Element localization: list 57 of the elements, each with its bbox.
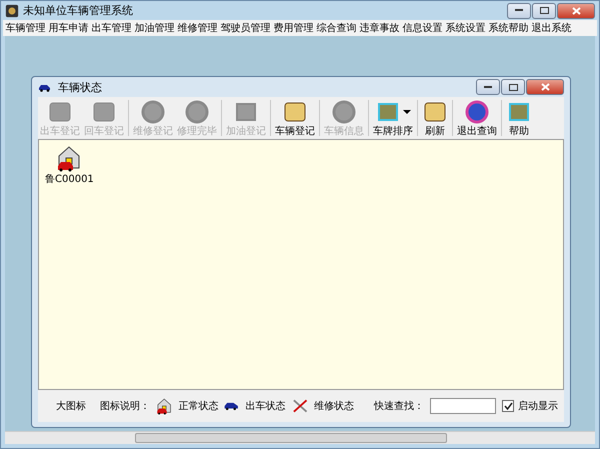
toolbar-icon bbox=[140, 100, 166, 124]
menu-item[interactable]: 信息设置 bbox=[401, 21, 444, 35]
toolbar-icon bbox=[47, 100, 73, 124]
menu-item[interactable]: 系统设置 bbox=[444, 21, 487, 35]
legend-text: 正常状态 bbox=[178, 400, 218, 413]
legend-label: 图标说明： bbox=[100, 400, 150, 413]
app-icon bbox=[5, 4, 19, 18]
restore-button[interactable] bbox=[501, 79, 525, 95]
toolbar-button[interactable]: 刷新 bbox=[420, 98, 450, 138]
menu-item[interactable]: 驾驶员管理 bbox=[219, 21, 272, 35]
house-with-car-icon bbox=[56, 144, 82, 172]
restore-button[interactable] bbox=[532, 2, 556, 18]
car-icon bbox=[38, 82, 52, 92]
child-window-title: 车辆状态 bbox=[58, 80, 102, 94]
minimize-icon bbox=[484, 86, 492, 88]
menu-item[interactable]: 违章事故 bbox=[358, 21, 401, 35]
restore-icon bbox=[508, 84, 518, 90]
minimize-button[interactable] bbox=[507, 2, 531, 18]
menu-item[interactable]: 系统帮助 bbox=[487, 21, 530, 35]
toolbar-icon bbox=[422, 100, 448, 124]
restore-icon bbox=[540, 7, 548, 14]
minimize-icon bbox=[515, 9, 523, 12]
menu-item[interactable]: 出车管理 bbox=[90, 21, 133, 35]
close-button[interactable] bbox=[557, 2, 595, 18]
toolbar-button[interactable]: 车牌排序 bbox=[371, 98, 415, 138]
toolbar-icon bbox=[464, 100, 490, 124]
close-icon bbox=[572, 6, 580, 14]
legend-text: 维修状态 bbox=[314, 400, 354, 413]
menu-item[interactable]: 用车申请 bbox=[47, 21, 90, 35]
menu-item[interactable]: 加油管理 bbox=[133, 21, 176, 35]
startup-checkbox[interactable]: 启动显示 bbox=[502, 399, 558, 413]
menu-item[interactable]: 费用管理 bbox=[272, 21, 315, 35]
toolbar-icon bbox=[375, 100, 401, 124]
toolbar-icon bbox=[282, 100, 308, 124]
view-mode-label[interactable]: 大图标 bbox=[56, 399, 86, 413]
toolbar-button[interactable]: 车辆登记 bbox=[273, 98, 317, 138]
menu-item[interactable]: 维修管理 bbox=[176, 21, 219, 35]
legend-text: 出车状态 bbox=[246, 400, 286, 413]
horizontal-scrollbar[interactable] bbox=[5, 431, 595, 444]
toolbar-button[interactable]: 退出查询 bbox=[455, 98, 499, 138]
toolbar-icon bbox=[184, 100, 210, 124]
menu-item[interactable]: 综合查询 bbox=[315, 21, 358, 35]
window-title: 未知单位车辆管理系统 bbox=[23, 3, 133, 18]
minimize-button[interactable] bbox=[476, 79, 500, 95]
toolbar-icon bbox=[506, 100, 532, 124]
close-button[interactable] bbox=[526, 79, 564, 95]
checkmark-icon bbox=[504, 402, 512, 410]
toolbar-button[interactable]: 帮助 bbox=[504, 98, 534, 138]
close-icon bbox=[540, 83, 550, 91]
search-field[interactable] bbox=[430, 398, 496, 414]
toolbar-icon bbox=[91, 100, 117, 124]
toolbar-icon bbox=[233, 100, 259, 124]
menu-item[interactable]: 退出系统 bbox=[530, 21, 573, 35]
toolbar-icon bbox=[331, 100, 357, 124]
menu-item[interactable]: 车辆管理 bbox=[4, 21, 47, 35]
search-label: 快速查找： bbox=[374, 400, 424, 413]
vehicle-item[interactable]: 鲁C00001 bbox=[45, 144, 94, 186]
